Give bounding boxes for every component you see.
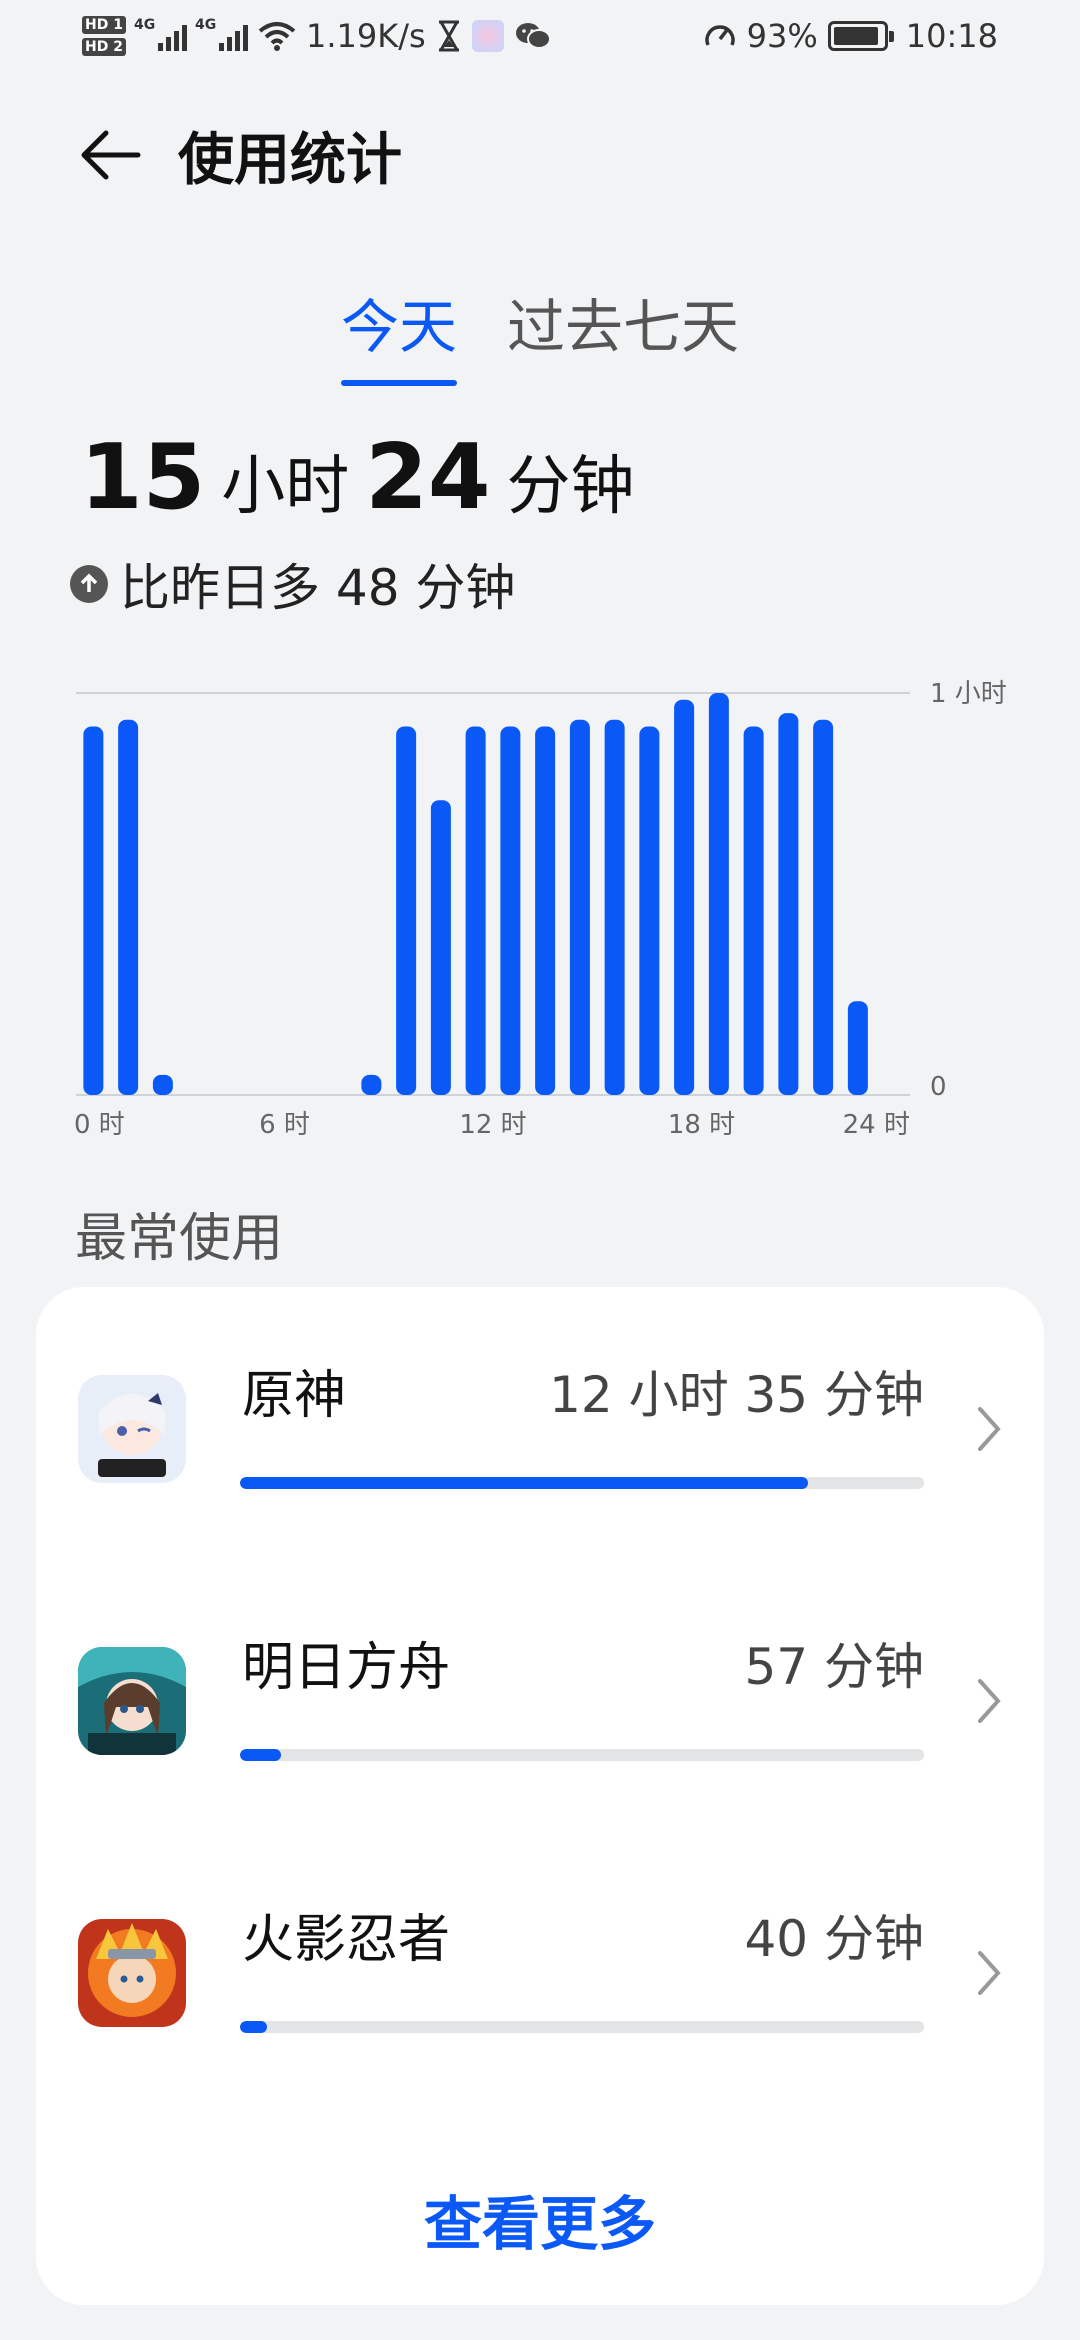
tab-today[interactable]: 今天 [340,280,458,386]
chart-bar [83,726,104,1095]
chart-bar [118,719,139,1095]
most-used-card: 原神 12 小时 35 分钟 明日方舟 57 分钟 火影忍者 40 分钟 查看更… [36,1287,1044,2305]
speedometer-icon [704,25,735,46]
usage-progress-fill [240,2021,268,2033]
chart-bar [743,726,764,1095]
see-more-link[interactable]: 查看更多 [36,2177,1044,2261]
chart-bar [708,693,729,1095]
network-type-1: 4G [133,17,156,33]
hourly-usage-chart: 1 小时 0 0 时 6 时 12 时 18 时 24 时 [0,660,1080,1160]
chart-bar [604,719,625,1095]
battery-percent: 93% [746,17,818,55]
network-type-2: 4G [194,17,217,33]
compare-yesterday: 比昨日多 48 分钟 [70,548,515,620]
battery-level [833,27,879,45]
signal-2-icon: 4G [195,17,248,51]
chart-x-tick-label: 18 时 [668,1110,735,1140]
hourly-usage-chart-svg: 1 小时 0 0 时 6 时 12 时 18 时 24 时 [74,679,1007,1140]
chart-x-tick-label: 0 时 [74,1110,125,1140]
chart-bar [361,1074,382,1095]
usage-progress-bar [240,1749,924,1761]
chart-x-tick-label: 12 时 [459,1110,526,1140]
hours-unit: 小时 [221,450,350,524]
usage-progress-bar [240,1477,924,1489]
chart-bar [778,713,799,1095]
hourglass-icon [438,20,459,52]
hd1-badge: HD 1 [82,16,126,34]
status-bar: HD 1 HD 2 4G 4G 1.19K/s 93% 10:18 [0,0,1080,72]
chart-x-tick-label: 6 时 [259,1110,310,1140]
naruto-app-icon [78,1919,186,2027]
chart-bar [152,1074,173,1095]
app-row-genshin[interactable]: 原神 12 小时 35 分钟 [36,1327,1044,1527]
chart-bar [500,726,521,1095]
app-usage-time: 40 分钟 [744,1910,924,1968]
chart-bar [674,699,695,1095]
minutes-unit: 分钟 [506,450,635,524]
chart-bar [569,719,590,1095]
chevron-right-icon [978,1679,1001,1723]
chart-bar [430,800,451,1095]
chart-bar [847,1001,868,1095]
battery-icon [827,21,894,51]
wechat-icon [515,23,551,49]
chart-bar [813,719,834,1095]
chart-bar [465,726,486,1095]
page-title: 使用统计 [178,127,402,193]
chart-bar [396,726,417,1095]
app-row-arknights[interactable]: 明日方舟 57 分钟 [36,1599,1044,1799]
genshin-app-icon [78,1375,186,1483]
hd-indicators: HD 1 HD 2 [82,16,126,56]
app-row-naruto[interactable]: 火影忍者 40 分钟 [36,1871,1044,2071]
back-button[interactable] [56,100,166,210]
chart-y-min-label: 0 [930,1072,947,1102]
total-usage: 15 小时 24 分钟 [80,425,635,530]
app-name: 明日方舟 [242,1638,451,1698]
compare-text: 比昨日多 48 分钟 [120,559,516,617]
network-speed: 1.19K/s [305,17,426,55]
chart-x-tick-label: 24 时 [843,1110,910,1140]
total-hours: 15 [80,425,206,530]
app-bar: 使用统计 [0,100,1080,210]
back-arrow-icon [81,130,141,180]
hd2-badge: HD 2 [82,38,126,56]
most-used-title: 最常使用 [75,1209,284,1269]
usage-progress-fill [240,1749,282,1761]
period-tabs: 今天 过去七天 [0,280,1080,386]
status-bar-left: HD 1 HD 2 4G 4G 1.19K/s [82,16,552,56]
chevron-right-icon [978,1951,1001,1995]
clock: 10:18 [905,17,998,55]
chevron-right-icon [978,1407,1001,1451]
app-name: 火影忍者 [242,1910,451,1970]
chart-bar [535,726,556,1095]
usage-progress-bar [240,2021,924,2033]
app-usage-time: 12 小时 35 分钟 [549,1366,924,1424]
app-usage-time: 57 分钟 [744,1638,924,1696]
app-name: 原神 [242,1366,347,1426]
tab-past-seven-days[interactable]: 过去七天 [507,280,739,386]
chart-bar [639,726,660,1095]
signal-1-icon: 4G [134,17,187,51]
arrow-up-circle-icon [70,565,108,603]
status-bar-right: 93% 10:18 [703,17,998,55]
arknights-app-icon [78,1647,186,1755]
chart-y-max-label: 1 小时 [930,679,1007,709]
wifi-icon [258,22,296,51]
usage-progress-fill [240,1477,808,1489]
total-minutes: 24 [365,425,491,530]
gallery-app-icon [471,20,504,52]
